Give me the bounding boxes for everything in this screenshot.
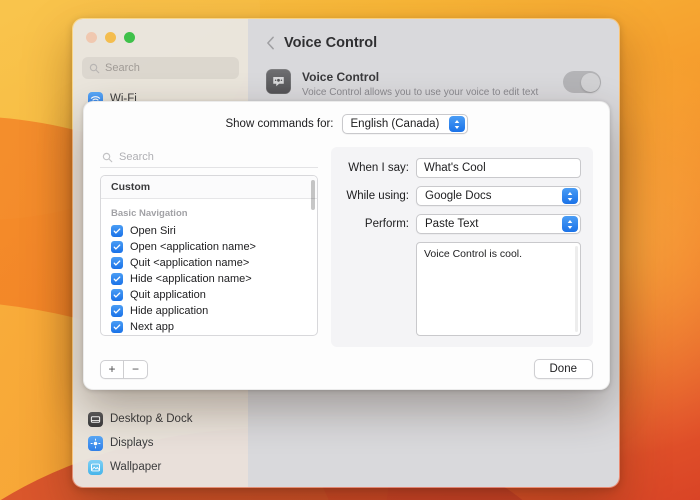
checkbox-checked-icon[interactable] xyxy=(111,305,123,317)
list-item[interactable]: Open Siri xyxy=(101,223,317,239)
checkbox-checked-icon[interactable] xyxy=(111,289,123,301)
sidebar-item-desktop-dock[interactable]: Desktop & Dock xyxy=(82,407,239,431)
language-popup-button[interactable]: English (Canada) xyxy=(341,114,468,134)
maximize-window-button[interactable] xyxy=(124,32,135,43)
chevron-updown-icon xyxy=(562,216,578,232)
list-item[interactable]: Open <application name> xyxy=(101,239,317,255)
done-button[interactable]: Done xyxy=(533,359,593,379)
list-item[interactable]: Quit <application name> xyxy=(101,255,317,271)
desktop-dock-icon xyxy=(88,411,103,427)
list-item[interactable]: Hide application xyxy=(101,303,317,319)
chevron-updown-icon xyxy=(562,188,578,204)
sidebar-search-input[interactable]: Search xyxy=(82,57,239,79)
checkbox-checked-icon[interactable] xyxy=(111,321,123,333)
list-item[interactable]: Next app xyxy=(101,319,317,335)
when-i-say-label: When I say: xyxy=(348,162,409,174)
commands-list-scrollbar[interactable] xyxy=(311,180,315,210)
language-popup-value: English (Canada) xyxy=(350,118,440,130)
when-i-say-row: When I say: What's Cool xyxy=(343,158,581,178)
checkbox-checked-icon[interactable] xyxy=(111,225,123,237)
perform-popup-button[interactable]: Paste Text xyxy=(416,214,581,234)
minimize-window-button[interactable] xyxy=(105,32,116,43)
checkbox-checked-icon[interactable] xyxy=(111,273,123,285)
checkbox-checked-icon[interactable] xyxy=(111,257,123,269)
while-using-row: While using: Google Docs xyxy=(343,186,581,206)
list-item[interactable]: Quit application xyxy=(101,287,317,303)
while-using-value: Google Docs xyxy=(425,190,492,202)
show-commands-row: Show commands for: English (Canada) xyxy=(100,114,593,134)
remove-command-button[interactable]: − xyxy=(124,359,148,379)
sidebar-item-displays[interactable]: Displays xyxy=(82,431,239,455)
sidebar-item-desktop-dock-label: Desktop & Dock xyxy=(110,413,193,425)
wallpaper-icon xyxy=(88,459,103,475)
add-remove-segmented-control: + − xyxy=(100,359,148,379)
list-item-label: Next app xyxy=(130,321,175,333)
commands-group-basic-navigation: Basic Navigation xyxy=(111,208,188,219)
close-window-button[interactable] xyxy=(86,32,97,43)
search-icon xyxy=(89,63,100,73)
sheet-footer: + − Done xyxy=(100,359,593,379)
search-icon xyxy=(102,152,113,162)
list-item[interactable]: Hide <application name> xyxy=(101,271,317,287)
textarea-scrollbar[interactable] xyxy=(575,246,578,332)
command-detail-panel: When I say: What's Cool While using: Goo… xyxy=(331,147,593,347)
sidebar-item-wallpaper-label: Wallpaper xyxy=(110,461,162,473)
displays-icon xyxy=(88,435,103,451)
paste-text-value: Voice Control is cool. xyxy=(424,248,523,260)
list-item-label: Quit <application name> xyxy=(130,257,250,269)
checkbox-checked-icon[interactable] xyxy=(111,241,123,253)
sidebar-search-placeholder: Search xyxy=(105,62,140,74)
list-item-label: Open Siri xyxy=(130,225,176,237)
perform-value: Paste Text xyxy=(425,218,479,230)
while-using-label: While using: xyxy=(346,190,409,202)
show-commands-label: Show commands for: xyxy=(225,118,334,130)
commands-group-custom[interactable]: Custom xyxy=(101,176,317,199)
list-item-label: Hide <application name> xyxy=(130,273,252,285)
chevron-updown-icon xyxy=(448,116,465,132)
when-i-say-input[interactable]: What's Cool xyxy=(416,158,581,178)
list-item-label: Open <application name> xyxy=(130,241,256,253)
perform-row: Perform: Paste Text xyxy=(343,214,581,234)
sidebar-item-displays-label: Displays xyxy=(110,437,154,449)
commands-search-input[interactable]: Search xyxy=(100,147,318,168)
while-using-popup-button[interactable]: Google Docs xyxy=(416,186,581,206)
when-i-say-value: What's Cool xyxy=(424,162,486,174)
list-item-label: Quit application xyxy=(130,289,206,301)
sheet-body: Search Custom Basic Navigation Open Siri… xyxy=(100,147,593,347)
list-item-label: Hide application xyxy=(130,305,209,317)
voice-control-commands-sheet: Show commands for: English (Canada) Sear… xyxy=(83,101,610,390)
commands-list[interactable]: Custom Basic Navigation Open Siri Open <… xyxy=(100,175,318,336)
commands-list-column: Search Custom Basic Navigation Open Siri… xyxy=(100,147,318,347)
traffic-lights xyxy=(82,27,239,57)
perform-label: Perform: xyxy=(364,218,409,230)
sidebar-item-wallpaper[interactable]: Wallpaper xyxy=(82,455,239,479)
paste-text-textarea[interactable]: Voice Control is cool. xyxy=(416,242,581,336)
sidebar-lower-group: Desktop & Dock Displays Wallpaper xyxy=(82,407,239,479)
add-command-button[interactable]: + xyxy=(100,359,124,379)
commands-search-placeholder: Search xyxy=(119,151,154,163)
